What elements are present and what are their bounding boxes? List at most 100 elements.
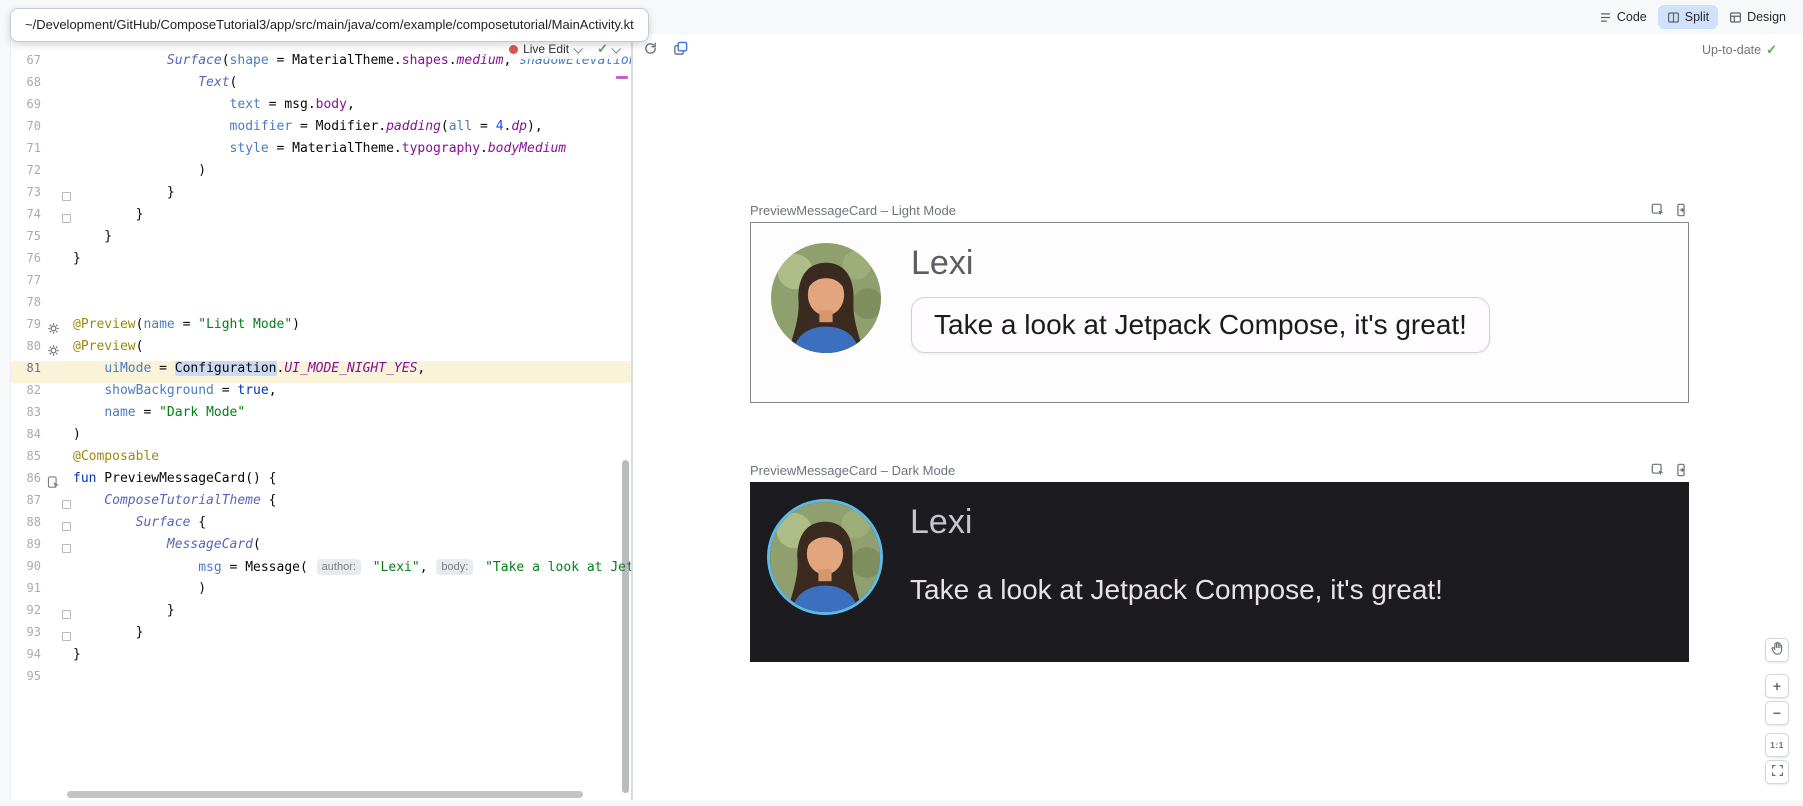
- fold-marker[interactable]: [61, 515, 73, 537]
- code-line[interactable]: 94}: [11, 647, 631, 669]
- code-line[interactable]: 90 msg = Message( author: "Lexi", body: …: [11, 559, 631, 581]
- interactive-mode-icon[interactable]: [1650, 202, 1666, 218]
- fold-marker[interactable]: [61, 537, 73, 559]
- run-preview-icon[interactable]: [45, 471, 61, 493]
- code-line[interactable]: 74 }: [11, 207, 631, 229]
- code-line[interactable]: 80@Preview(: [11, 339, 631, 361]
- code-editor-pane[interactable]: 67 Surface(shape = MaterialTheme.shapes.…: [11, 34, 631, 800]
- preview-card-dark[interactable]: Lexi Take a look at Jetpack Compose, it'…: [750, 482, 1689, 662]
- gutter-spacer: [45, 581, 61, 603]
- zoom-out-button[interactable]: −: [1765, 701, 1789, 725]
- line-number: 90: [11, 559, 45, 581]
- code-icon: [1599, 11, 1612, 24]
- code-line[interactable]: 71 style = MaterialTheme.typography.body…: [11, 141, 631, 163]
- code-text: fun PreviewMessageCard() {: [73, 471, 277, 493]
- zoom-reset-button[interactable]: 1:1: [1765, 733, 1789, 757]
- code-text: showBackground = true,: [73, 383, 277, 405]
- line-number: 82: [11, 383, 45, 405]
- horizontal-scrollbar[interactable]: [67, 791, 583, 798]
- gutter-spacer: [45, 383, 61, 405]
- message-bubble: Take a look at Jetpack Compose, it's gre…: [911, 297, 1490, 353]
- code-line[interactable]: 87 ComposeTutorialTheme {: [11, 493, 631, 515]
- ui-check-button[interactable]: [669, 39, 691, 61]
- code-line[interactable]: 89 MessageCard(: [11, 537, 631, 559]
- split-mode-button[interactable]: Split: [1658, 5, 1718, 29]
- preview-panel-header: PreviewMessageCard – Light Mode: [750, 200, 1689, 220]
- preview-title[interactable]: PreviewMessageCard – Light Mode: [750, 203, 1650, 218]
- vertical-scrollbar[interactable]: [622, 460, 629, 793]
- fold-marker[interactable]: [61, 493, 73, 515]
- pan-button[interactable]: [1765, 638, 1789, 662]
- fold-marker[interactable]: [61, 185, 73, 207]
- code-line[interactable]: 88 Surface {: [11, 515, 631, 537]
- fold-marker[interactable]: [61, 207, 73, 229]
- line-number: 81: [11, 361, 45, 383]
- code-line[interactable]: 76}: [11, 251, 631, 273]
- inspection-status-widget[interactable]: ✓: [597, 41, 619, 57]
- gutter: 79: [11, 317, 73, 339]
- code-line[interactable]: 93 }: [11, 625, 631, 647]
- line-number: 80: [11, 339, 45, 361]
- gutter: 88: [11, 515, 73, 537]
- run-on-device-icon[interactable]: [1673, 462, 1689, 478]
- preview-settings-icon[interactable]: [45, 317, 61, 339]
- fold-spacer: [61, 383, 73, 405]
- design-mode-button[interactable]: Design: [1720, 5, 1795, 29]
- run-on-device-icon[interactable]: [1673, 202, 1689, 218]
- line-number: 67: [11, 53, 45, 75]
- code-line[interactable]: 72 ): [11, 163, 631, 185]
- preview-sync-status: Up-to-date ✓: [1702, 42, 1777, 58]
- avatar: [770, 502, 880, 612]
- interactive-mode-icon[interactable]: [1650, 462, 1666, 478]
- code-text: name = "Dark Mode": [73, 405, 245, 427]
- code-line[interactable]: 91 ): [11, 581, 631, 603]
- author-name: Lexi: [911, 243, 1490, 283]
- code-line[interactable]: 75 }: [11, 229, 631, 251]
- code-line[interactable]: 70 modifier = Modifier.padding(all = 4.d…: [11, 119, 631, 141]
- preview-settings-icon[interactable]: [45, 339, 61, 361]
- code-line[interactable]: 83 name = "Dark Mode": [11, 405, 631, 427]
- live-edit-indicator[interactable]: Live Edit: [509, 42, 581, 56]
- gutter-spacer: [45, 251, 61, 273]
- code-line[interactable]: 95: [11, 669, 631, 691]
- fold-marker[interactable]: [61, 603, 73, 625]
- gutter: 72: [11, 163, 73, 185]
- code-mode-button[interactable]: Code: [1590, 5, 1656, 29]
- code-text: style = MaterialTheme.typography.bodyMed…: [73, 141, 566, 163]
- code-text: }: [73, 229, 112, 251]
- code-line[interactable]: 81 uiMode = Configuration.UI_MODE_NIGHT_…: [11, 361, 631, 383]
- zoom-in-button[interactable]: +: [1765, 674, 1789, 698]
- fold-spacer: [61, 669, 73, 691]
- code-text: }: [73, 207, 143, 229]
- code-text: }: [73, 185, 175, 207]
- code-text: }: [73, 647, 81, 669]
- code-line[interactable]: 82 showBackground = true,: [11, 383, 631, 405]
- code-line[interactable]: 86fun PreviewMessageCard() {: [11, 471, 631, 493]
- code-line[interactable]: 68 Text(: [11, 75, 631, 97]
- zoom-to-fit-button[interactable]: [1765, 760, 1789, 784]
- code-line[interactable]: 78: [11, 295, 631, 317]
- fold-spacer: [61, 405, 73, 427]
- code-line[interactable]: 69 text = msg.body,: [11, 97, 631, 119]
- preview-card-light[interactable]: Lexi Take a look at Jetpack Compose, it'…: [750, 222, 1689, 403]
- fold-spacer: [61, 75, 73, 97]
- code-line[interactable]: 77: [11, 273, 631, 295]
- code-line[interactable]: 85@Composable: [11, 449, 631, 471]
- gutter-spacer: [45, 427, 61, 449]
- fold-marker[interactable]: [61, 625, 73, 647]
- code-line[interactable]: 79@Preview(name = "Light Mode"): [11, 317, 631, 339]
- zoom-out-icon: −: [1773, 705, 1781, 721]
- code-line[interactable]: 73 }: [11, 185, 631, 207]
- file-path-popup[interactable]: ~/Development/GitHub/ComposeTutorial3/ap…: [10, 8, 649, 42]
- gutter-spacer: [45, 295, 61, 317]
- preview-title[interactable]: PreviewMessageCard – Dark Mode: [750, 463, 1650, 478]
- gutter-spacer: [45, 119, 61, 141]
- code-line[interactable]: 84): [11, 427, 631, 449]
- code-line[interactable]: 92 }: [11, 603, 631, 625]
- gutter-spacer: [45, 273, 61, 295]
- code-text: text = msg.body,: [73, 97, 355, 119]
- build-refresh-button[interactable]: [639, 39, 661, 61]
- check-icon: ✓: [1766, 42, 1777, 58]
- editor-mode-switcher: Code Split Design: [1590, 5, 1795, 29]
- gutter: 86: [11, 471, 73, 493]
